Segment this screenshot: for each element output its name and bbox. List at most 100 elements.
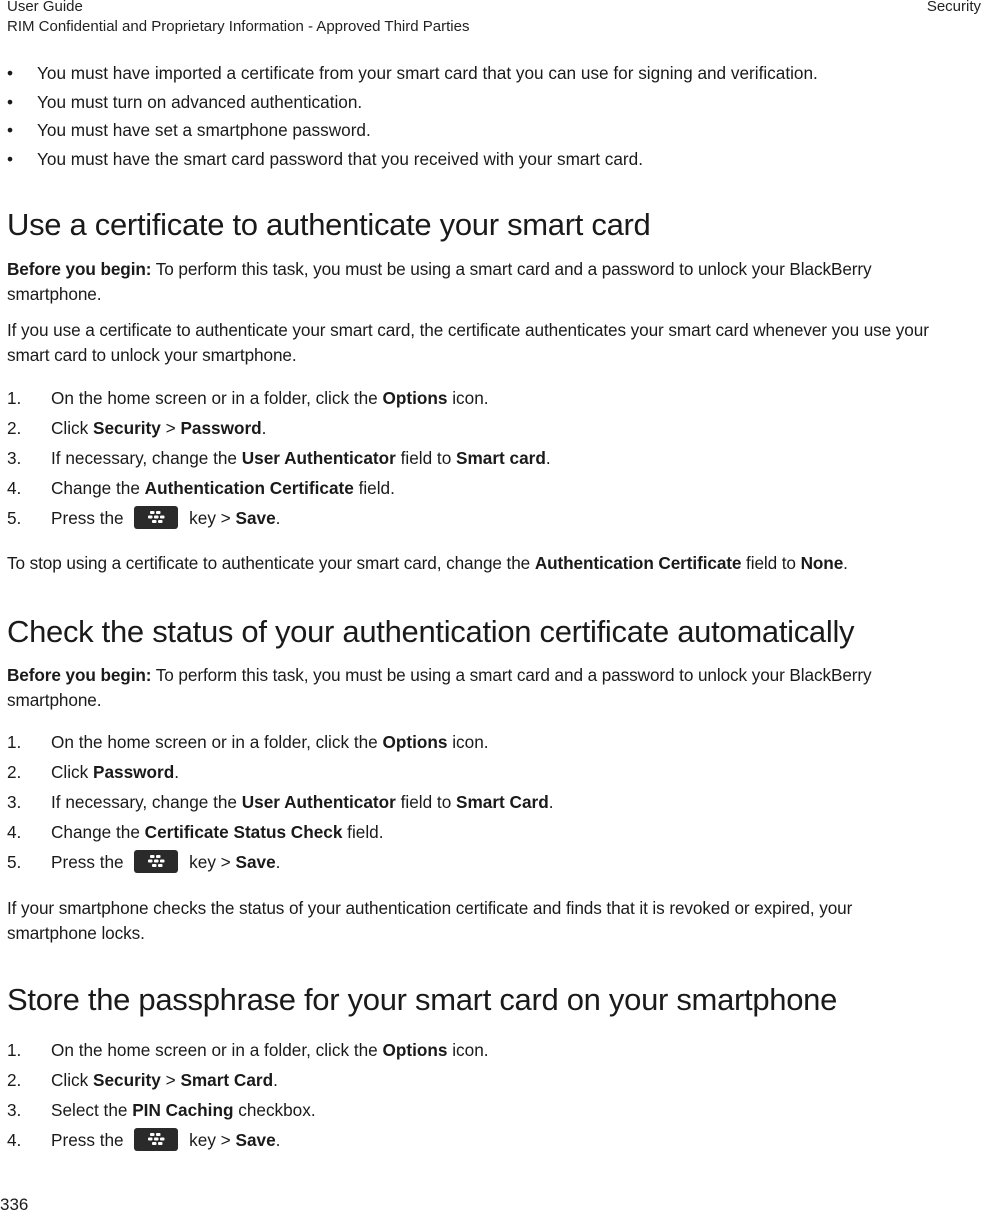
ui-term: Password (180, 418, 262, 438)
step-text: Click (51, 1070, 94, 1090)
header-confidential: RIM Confidential and Proprietary Informa… (7, 18, 470, 35)
ui-term: User Authenticator (241, 448, 396, 468)
before-label: Before you begin: (7, 259, 152, 279)
step-number: 4. (7, 822, 22, 842)
steps-list: 1. On the home screen or in a folder, cli… (7, 730, 553, 880)
section-title: Store the passphrase for your smart card… (7, 982, 838, 1017)
step-text: field. (342, 822, 384, 842)
step-item: 5. Press the key > Save. (7, 505, 551, 536)
ui-term: PIN Caching (132, 1100, 234, 1120)
step-text: Select the (51, 1100, 133, 1120)
step-item: 3. Select the PIN Caching checkbox. (7, 1098, 489, 1128)
step-text: Click (51, 418, 94, 438)
header-guide-title: User Guide (7, 0, 83, 15)
ui-term: Security (93, 418, 161, 438)
step-text: icon. (447, 388, 489, 408)
step-text: checkbox. (233, 1100, 316, 1120)
prereq-item: You must have imported a certificate fro… (7, 61, 818, 90)
prereq-item: You must have the smart card password th… (7, 147, 818, 176)
step-item: 4. Change the Authentication Certificate … (7, 476, 551, 506)
step-item: 4. Change the Certificate Status Check fi… (7, 820, 553, 850)
ui-term: Smart Card (180, 1070, 274, 1090)
ui-term: Password (93, 762, 175, 782)
ui-term: Options (382, 1040, 448, 1060)
page-header-left: User Guide RIM Confidential and Propriet… (7, 0, 469, 37)
step-text: To stop using a certificate to authentic… (7, 553, 535, 573)
step-number: 1. (7, 388, 22, 408)
step-number: 5. (7, 508, 22, 528)
step-text: . (273, 1070, 278, 1090)
step-item: 3. If necessary, change the User Authenti… (7, 790, 553, 820)
ui-term: Save (235, 1130, 276, 1150)
step-text: On the home screen or in a folder, click… (51, 732, 383, 752)
step-item: 4. Press the key > Save. (7, 1127, 489, 1158)
ui-term: Save (235, 852, 276, 872)
step-number: 2. (7, 762, 22, 782)
step-text: field to (395, 448, 457, 468)
blackberry-menu-key-icon (134, 1127, 179, 1151)
section-outro: If your smartphone checks the status of … (7, 898, 853, 943)
step-text: icon. (447, 732, 489, 752)
step-text: Press the (51, 852, 129, 872)
step-number: 4. (7, 478, 22, 498)
step-text: Press the (51, 1130, 129, 1150)
blackberry-menu-key-icon (134, 505, 179, 529)
step-text: icon. (447, 1040, 489, 1060)
page-number: 336 (0, 1195, 29, 1214)
step-item: 1. On the home screen or in a folder, cli… (7, 730, 553, 760)
step-text: Click (51, 762, 94, 782)
ui-term: Save (235, 508, 276, 528)
step-text: If necessary, change the (51, 792, 242, 812)
section-outro: To stop using a certificate to authentic… (7, 551, 967, 576)
section-title: Use a certificate to authenticate your s… (7, 207, 651, 242)
step-text: Press the (51, 508, 129, 528)
ui-term: Security (93, 1070, 161, 1090)
step-number: 2. (7, 418, 22, 438)
step-text: > (160, 1070, 181, 1090)
step-text: . (548, 792, 554, 812)
before-label: Before you begin: (7, 665, 152, 685)
before-you-begin: Before you begin: To perform this task, … (7, 257, 937, 307)
step-item: 2. Click Password. (7, 760, 553, 790)
step-item: 2. Click Security > Password. (7, 416, 551, 446)
step-text: . (545, 448, 551, 468)
step-number: 1. (7, 1040, 22, 1060)
step-item: 5. Press the key > Save. (7, 849, 553, 880)
ui-term: Options (382, 388, 448, 408)
step-number: 2. (7, 1070, 22, 1090)
ui-term: Certificate Status Check (144, 822, 343, 842)
step-text: > (160, 418, 181, 438)
blackberry-menu-key-icon (134, 849, 179, 873)
step-text: Change the (51, 822, 145, 842)
step-number: 5. (7, 852, 22, 872)
ui-term: Options (382, 732, 448, 752)
ui-term: None (800, 553, 844, 573)
step-text: . (275, 1130, 281, 1150)
step-text: field to (741, 553, 801, 573)
step-item: 2. Click Security > Smart Card. (7, 1068, 489, 1098)
step-item: 1. On the home screen or in a folder, cli… (7, 386, 551, 416)
prereq-item: You must have set a smartphone password. (7, 118, 818, 147)
ui-term: Smart card (456, 448, 546, 468)
step-text: key > (184, 1130, 236, 1150)
prerequisites-list: You must have imported a certificate fro… (7, 61, 818, 175)
step-number: 3. (7, 1100, 22, 1120)
step-number: 4. (7, 1130, 22, 1150)
step-text: field. (353, 478, 395, 498)
step-text: On the home screen or in a folder, click… (51, 388, 383, 408)
step-text: If necessary, change the (51, 448, 242, 468)
before-you-begin: Before you begin: To perform this task, … (7, 663, 937, 713)
ui-term: Smart Card (456, 792, 549, 812)
step-text: On the home screen or in a folder, click… (51, 1040, 383, 1060)
steps-list: 1. On the home screen or in a folder, cli… (7, 386, 551, 536)
step-item: 3. If necessary, change the User Authenti… (7, 446, 551, 476)
section-title: Check the status of your authentication … (7, 614, 855, 649)
step-text: key > (184, 508, 236, 528)
step-text: . (261, 418, 267, 438)
section-intro: If you use a certificate to authenticate… (7, 320, 929, 365)
header-section-name: Security (926, 0, 981, 15)
step-text: . (843, 553, 848, 573)
step-text: . (174, 762, 179, 782)
step-item: 1. On the home screen or in a folder, cli… (7, 1038, 489, 1068)
prereq-item: You must turn on advanced authentication… (7, 90, 818, 119)
